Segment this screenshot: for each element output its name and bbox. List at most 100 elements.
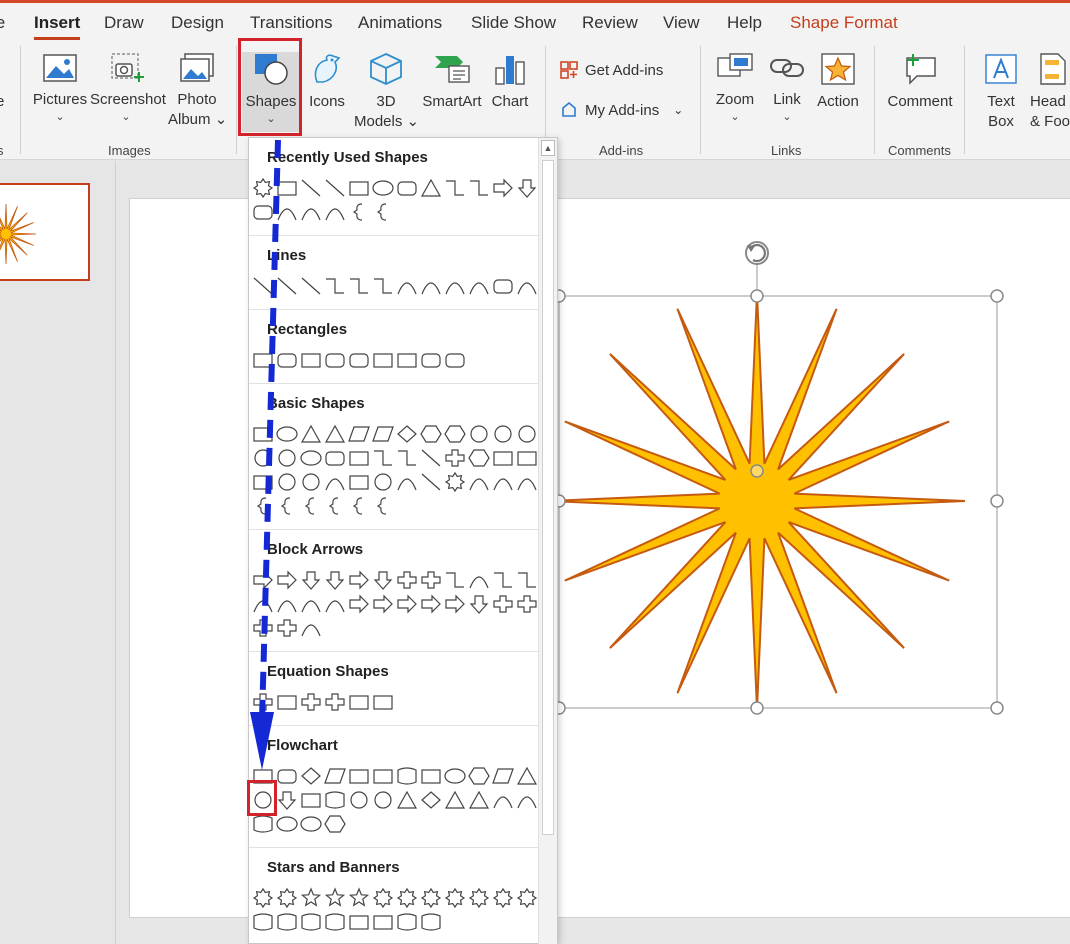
shape-option[interactable] xyxy=(301,767,321,785)
shape-option[interactable] xyxy=(325,913,345,931)
tab-help[interactable]: Help xyxy=(727,13,762,33)
shape-option[interactable] xyxy=(445,594,465,614)
shape-option[interactable] xyxy=(445,449,465,467)
shape-option[interactable] xyxy=(470,180,488,196)
shape-option[interactable] xyxy=(493,451,513,466)
shape-option[interactable] xyxy=(444,768,466,784)
shape-option[interactable] xyxy=(324,887,346,907)
shape-option[interactable] xyxy=(253,427,273,442)
tab-slide-show[interactable]: Slide Show xyxy=(471,13,556,33)
shape-option[interactable] xyxy=(397,571,417,589)
shape-option[interactable] xyxy=(253,619,273,637)
shape-option[interactable] xyxy=(325,693,345,711)
shape-option[interactable] xyxy=(517,282,537,295)
shape-option[interactable] xyxy=(468,790,490,809)
shape-option[interactable] xyxy=(468,767,490,785)
shape-option[interactable] xyxy=(373,915,393,930)
shape-option[interactable] xyxy=(494,572,512,588)
shape-option[interactable] xyxy=(444,887,466,909)
shape-option[interactable] xyxy=(492,768,514,784)
shape-option[interactable] xyxy=(277,600,297,613)
shape-option[interactable] xyxy=(325,208,345,221)
shape-option[interactable] xyxy=(278,449,296,467)
shape-option[interactable] xyxy=(444,471,466,493)
tab-review[interactable]: Review xyxy=(582,13,638,33)
shape-option[interactable] xyxy=(277,791,297,810)
pictures-button[interactable]: Pictures ⌄ xyxy=(32,52,88,124)
shape-option[interactable] xyxy=(301,353,321,368)
shape-option[interactable] xyxy=(470,425,488,443)
tab-view[interactable]: View xyxy=(663,13,700,33)
shape-option[interactable] xyxy=(325,179,345,197)
shape-option[interactable] xyxy=(517,595,537,613)
shape-option[interactable] xyxy=(376,497,387,515)
shape-option[interactable] xyxy=(420,425,442,443)
shape-option[interactable] xyxy=(301,793,321,808)
shape-option[interactable] xyxy=(277,619,297,637)
shape-option[interactable] xyxy=(518,425,536,443)
shape-option[interactable] xyxy=(349,353,369,368)
shape-option[interactable] xyxy=(421,449,441,467)
shape-option[interactable] xyxy=(420,887,442,909)
icons-button[interactable]: Icons xyxy=(304,52,350,112)
shape-option[interactable] xyxy=(469,478,489,491)
resize-handle[interactable] xyxy=(990,494,1004,508)
shape-option[interactable] xyxy=(398,450,416,466)
partial-button-label[interactable]: e xyxy=(0,92,4,112)
shape-option[interactable] xyxy=(252,177,274,199)
shape-option[interactable] xyxy=(276,816,298,832)
shape-option[interactable] xyxy=(445,282,465,295)
shape-option[interactable] xyxy=(348,887,370,907)
shape-option[interactable] xyxy=(374,791,392,809)
tab-transitions[interactable]: Transitions xyxy=(250,13,333,33)
shape-option[interactable] xyxy=(492,887,514,909)
shape-option[interactable] xyxy=(493,178,513,198)
shape-option[interactable] xyxy=(256,497,267,515)
my-add-ins-button[interactable]: My Add-ins ⌄ xyxy=(559,100,683,120)
shape-option[interactable] xyxy=(397,181,417,196)
shape-option[interactable] xyxy=(253,475,273,490)
shape-option[interactable] xyxy=(421,769,441,784)
shape-option[interactable] xyxy=(277,913,297,931)
shape-option[interactable] xyxy=(325,478,345,491)
shape-option[interactable] xyxy=(446,572,464,588)
shape-option[interactable] xyxy=(301,208,321,221)
shape-option[interactable] xyxy=(350,791,368,809)
shape-option[interactable] xyxy=(421,791,441,809)
shape-option[interactable] xyxy=(324,424,346,443)
shape-option[interactable] xyxy=(421,913,441,931)
shape-option[interactable] xyxy=(253,277,273,295)
shape-option[interactable] xyxy=(493,478,513,491)
sixteen-point-star-shape[interactable] xyxy=(548,292,966,710)
shape-option[interactable] xyxy=(421,571,441,589)
shape-option[interactable] xyxy=(517,451,537,466)
shape-option[interactable] xyxy=(494,425,512,443)
shape-option[interactable] xyxy=(276,426,298,442)
shape-option[interactable] xyxy=(300,887,322,907)
resize-handle[interactable] xyxy=(750,289,764,303)
comment-button[interactable]: Comment xyxy=(884,52,956,112)
shape-option[interactable] xyxy=(253,570,273,590)
tab-animations[interactable]: Animations xyxy=(358,13,442,33)
shape-option[interactable] xyxy=(374,278,392,294)
text-box-button[interactable]: Text Box xyxy=(978,52,1024,132)
shape-option[interactable] xyxy=(469,282,489,295)
shape-option[interactable] xyxy=(468,449,490,467)
shape-option[interactable] xyxy=(328,497,339,515)
shape-option[interactable] xyxy=(253,205,273,220)
shape-option[interactable] xyxy=(421,282,441,295)
shape-option[interactable] xyxy=(301,693,321,711)
shape-option[interactable] xyxy=(469,576,489,589)
shape-option[interactable] xyxy=(280,497,291,515)
shape-option[interactable] xyxy=(493,595,513,613)
shape-option[interactable] xyxy=(325,451,345,466)
shape-option[interactable] xyxy=(277,769,297,784)
shape-option[interactable] xyxy=(276,887,298,909)
shape-option[interactable] xyxy=(468,887,490,909)
shape-option[interactable] xyxy=(301,179,321,197)
shape-option[interactable] xyxy=(421,353,441,368)
shape-option[interactable] xyxy=(349,451,369,466)
shape-option[interactable] xyxy=(253,693,273,711)
shape-option[interactable] xyxy=(325,600,345,613)
shape-option[interactable] xyxy=(352,203,363,221)
